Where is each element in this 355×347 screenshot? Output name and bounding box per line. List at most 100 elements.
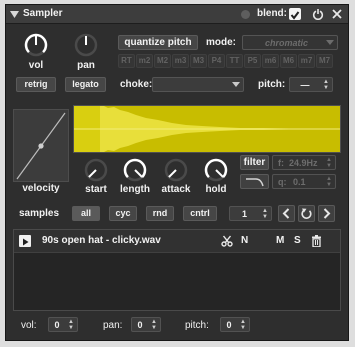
interval-button[interactable]: P5 (244, 54, 261, 68)
sample-pan-value: 0 (137, 320, 143, 330)
interval-button[interactable]: M3 (190, 54, 207, 68)
filter-f-label: f: (278, 158, 284, 168)
play-button[interactable] (19, 235, 31, 247)
status-led-icon (241, 10, 250, 19)
velocity-curve (16, 112, 66, 180)
mute-button[interactable]: M (276, 235, 284, 246)
sample-pitch-value: 0 (226, 320, 232, 330)
tab-cyc[interactable]: cyc (109, 206, 137, 221)
sample-vol-label: vol: (21, 320, 37, 331)
attack-label: attack (161, 184, 191, 195)
choke-label: choke: (120, 79, 153, 90)
length-knob[interactable] (122, 157, 148, 183)
chevron-down-icon (326, 40, 334, 45)
reload-icon (301, 208, 312, 219)
filter-frequency-field[interactable]: f: 24.9Hz ▲ ▼ (272, 155, 336, 170)
chevron-down-icon (232, 82, 240, 87)
list-item[interactable]: 90s open hat - clicky.wav N M S (14, 230, 340, 253)
stepper-arrows-icon: ▲ ▼ (323, 79, 329, 91)
sample-pitch-stepper[interactable]: 0 ▲ ▼ (220, 317, 250, 332)
lowpass-curve-icon (246, 178, 264, 187)
sample-name: 90s open hat - clicky.wav (42, 235, 161, 246)
velocity-label: velocity (22, 183, 60, 194)
vol-knob[interactable] (23, 32, 49, 58)
collapse-triangle-icon[interactable] (10, 10, 19, 19)
filter-q-value: 0.1 (293, 177, 306, 187)
pitch-stepper[interactable]: — ▲ ▼ (289, 77, 333, 92)
interval-button[interactable]: m6 (262, 54, 279, 68)
filter-button[interactable]: filter (240, 155, 269, 170)
start-knob[interactable] (83, 157, 109, 183)
blend-label: blend: (257, 8, 287, 19)
sample-pan-stepper[interactable]: 0 ▲ ▼ (131, 317, 161, 332)
samples-label: samples (19, 208, 60, 219)
sample-vol-stepper[interactable]: 0 ▲ ▼ (48, 317, 78, 332)
next-button[interactable] (318, 205, 335, 222)
length-label: length (120, 184, 150, 195)
pitch-label: pitch: (258, 79, 286, 90)
sampler-panel: Sampler blend: vol pan retrig legato qua… (5, 4, 349, 341)
velocity-curve-editor[interactable] (13, 109, 69, 182)
interval-button[interactable]: RT (118, 54, 135, 68)
hold-label: hold (205, 184, 227, 195)
stepper-arrows-icon: ▲ ▼ (68, 319, 74, 331)
sample-pan-label: pan: (103, 320, 123, 331)
choke-dropdown[interactable] (152, 77, 244, 92)
interval-buttons: RT m2 M2 m3 M3 P4 TT P5 m6 M6 m7 M7 (118, 54, 342, 69)
pitch-value: — (300, 80, 310, 90)
trash-icon[interactable] (311, 235, 322, 247)
hold-knob[interactable] (203, 157, 229, 183)
tab-cntrl[interactable]: cntrl (183, 206, 217, 221)
interval-button[interactable]: P4 (208, 54, 225, 68)
interval-button[interactable]: TT (226, 54, 243, 68)
tab-all[interactable]: all (72, 206, 100, 221)
stepper-arrows-icon: ▲ ▼ (326, 176, 332, 188)
power-icon[interactable] (312, 8, 324, 20)
sample-vol-value: 0 (54, 320, 60, 330)
chevron-right-icon (323, 208, 331, 219)
interval-button[interactable]: M7 (316, 54, 333, 68)
sample-count-value: 1 (241, 209, 247, 219)
chevron-left-icon (282, 208, 290, 219)
sample-list: 90s open hat - clicky.wav N M S (13, 229, 341, 311)
interval-button[interactable]: m7 (298, 54, 315, 68)
waveform-display[interactable] (73, 105, 341, 153)
interval-button[interactable]: M6 (280, 54, 297, 68)
stepper-arrows-icon: ▲ ▼ (151, 319, 157, 331)
waveform (74, 106, 340, 152)
play-icon (23, 238, 29, 246)
checkmark-icon (290, 11, 300, 20)
filter-type-button[interactable] (240, 174, 269, 189)
start-label: start (85, 184, 107, 195)
interval-button[interactable]: m3 (172, 54, 189, 68)
interval-button[interactable]: M2 (154, 54, 171, 68)
tab-rnd[interactable]: rnd (146, 206, 174, 221)
scissors-icon[interactable] (221, 235, 233, 247)
window-title: Sampler (23, 8, 63, 19)
mode-value: chromatic (265, 38, 309, 48)
solo-button[interactable]: S (294, 235, 301, 246)
title-bar: Sampler blend: (6, 5, 348, 24)
interval-button[interactable]: m2 (136, 54, 153, 68)
pan-knob[interactable] (73, 32, 99, 58)
stepper-arrows-icon: ▲ ▼ (326, 157, 332, 169)
legato-button[interactable]: legato (65, 77, 106, 92)
retrig-button[interactable]: retrig (16, 77, 56, 92)
close-icon[interactable] (331, 8, 343, 20)
pan-label: pan (77, 60, 95, 71)
stepper-arrows-icon: ▲ ▼ (262, 208, 268, 220)
reload-button[interactable] (298, 205, 315, 222)
filter-q-label: q: (278, 177, 287, 187)
filter-q-field[interactable]: q: 0.1 ▲ ▼ (272, 174, 336, 189)
stepper-arrows-icon: ▲ ▼ (240, 319, 246, 331)
sample-pitch-label: pitch: (185, 320, 209, 331)
quantize-pitch-button[interactable]: quantize pitch (118, 35, 198, 50)
normalize-button[interactable]: N (241, 235, 248, 246)
blend-checkbox[interactable] (289, 8, 301, 20)
mode-dropdown[interactable]: chromatic (242, 35, 338, 50)
filter-f-value: 24.9Hz (289, 158, 318, 168)
sample-count-stepper[interactable]: 1 ▲ ▼ (229, 206, 272, 221)
attack-knob[interactable] (163, 157, 189, 183)
previous-button[interactable] (278, 205, 295, 222)
vol-label: vol (28, 60, 44, 71)
